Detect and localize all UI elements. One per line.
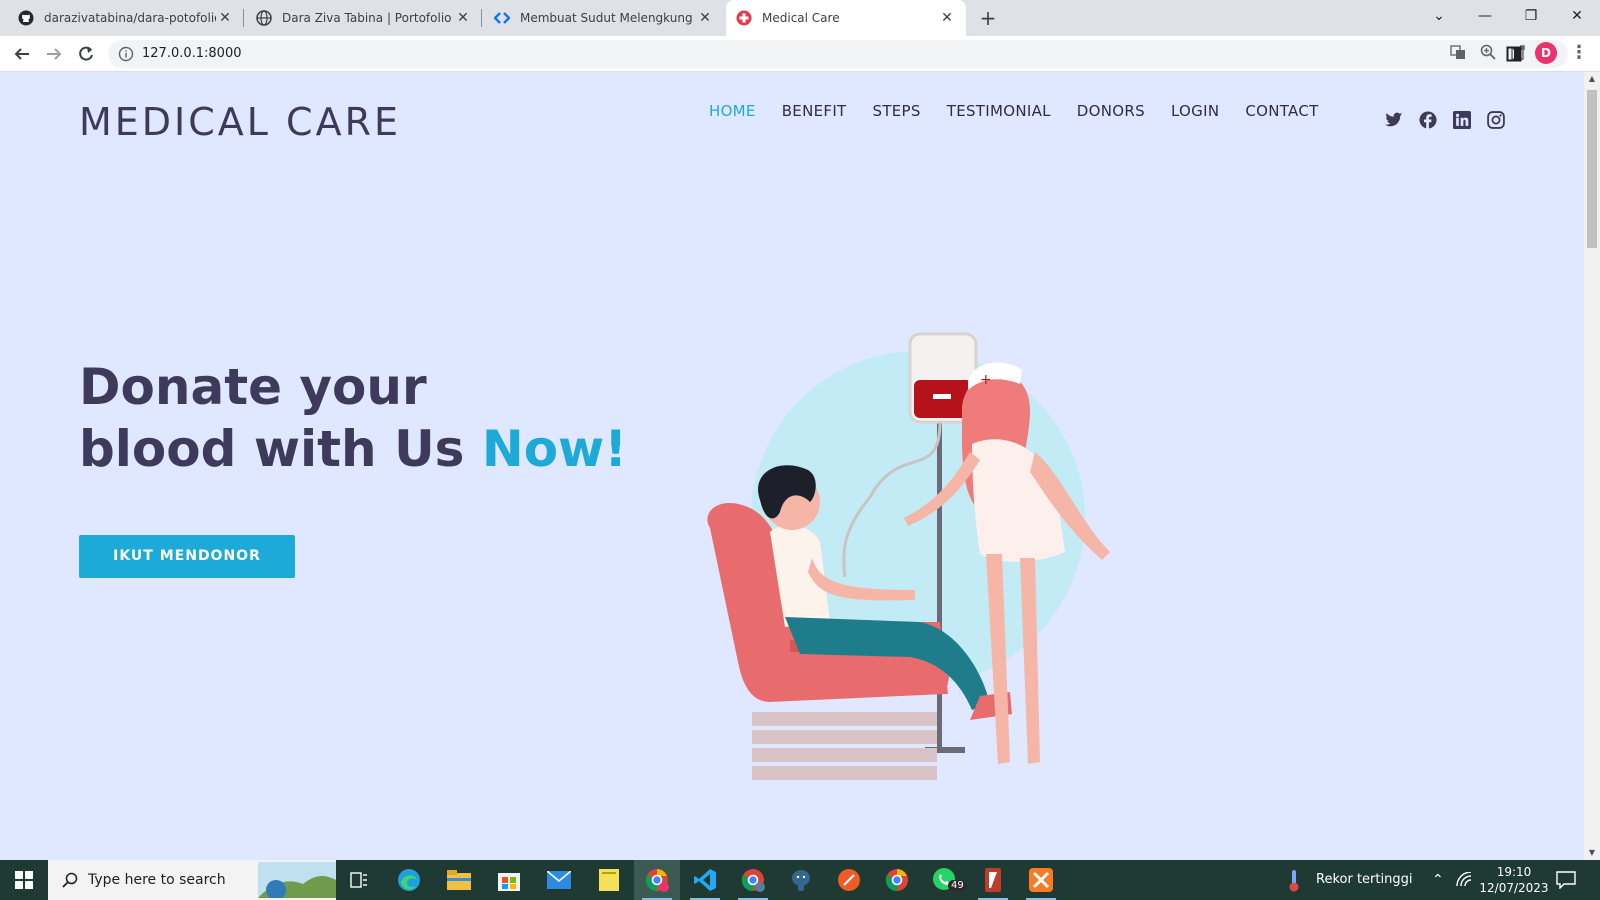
wifi-icon[interactable] <box>1456 871 1474 892</box>
github-icon <box>18 10 34 26</box>
xampp-icon[interactable] <box>1018 860 1064 900</box>
url-text: 127.0.0.1:8000 <box>142 46 242 61</box>
tab-portfolio[interactable]: Dara Ziva Tabina | Portofolio ✕ <box>246 0 482 36</box>
whatsapp-badge: 49 <box>948 880 967 891</box>
code-icon <box>494 10 510 26</box>
browser-tab-strip: darazivatabina/dara-potofolio ✕ Dara Ziv… <box>0 0 1600 36</box>
donate-cta-button[interactable]: IKUT MENDONOR <box>79 535 295 578</box>
globe-icon <box>256 10 272 26</box>
nav-login[interactable]: LOGIN <box>1171 102 1219 120</box>
page-viewport: MEDICAL CARE HOME BENEFIT STEPS TESTIMON… <box>0 72 1584 860</box>
instagram-icon[interactable] <box>1486 110 1506 130</box>
windows-taskbar: Type here to search 49 Rekor tertinggi ⌃… <box>0 860 1600 900</box>
close-tab-icon[interactable]: ✕ <box>454 10 472 26</box>
footrest <box>752 712 937 780</box>
task-view-icon[interactable] <box>336 860 382 900</box>
tab-medical-care[interactable]: Medical Care ✕ <box>726 0 966 36</box>
microsoft-store-icon[interactable] <box>486 860 532 900</box>
blood-donation-illustration: + <box>707 332 1110 780</box>
main-navigation: HOME BENEFIT STEPS TESTIMONIAL DONORS LO… <box>709 102 1319 120</box>
reload-button[interactable] <box>72 40 100 68</box>
whatsapp-icon[interactable]: 49 <box>922 860 968 900</box>
linkedin-icon[interactable] <box>1452 110 1472 130</box>
translate-icon[interactable] <box>1450 44 1466 64</box>
minimize-button[interactable]: — <box>1462 0 1508 32</box>
postgresql-icon[interactable] <box>778 860 824 900</box>
clock-date: 12/07/2023 <box>1479 881 1549 895</box>
edge-browser-icon[interactable] <box>386 860 432 900</box>
browser-menu-icon[interactable]: ⋮ <box>1568 42 1590 64</box>
close-tab-icon[interactable]: ✕ <box>938 10 956 26</box>
close-tab-icon[interactable]: ✕ <box>696 10 714 26</box>
file-explorer-icon[interactable] <box>436 860 482 900</box>
nav-home[interactable]: HOME <box>709 102 756 120</box>
address-bar[interactable]: 127.0.0.1:8000 <box>108 40 1568 68</box>
hero-title-accent: Now! <box>481 420 628 478</box>
weather-text[interactable]: Rekor tertinggi <box>1316 872 1412 887</box>
system-clock[interactable]: 19:10 12/07/2023 <box>1478 864 1550 896</box>
close-tab-icon[interactable]: ✕ <box>216 10 234 26</box>
restore-button[interactable]: ❐ <box>1508 0 1554 32</box>
hero-title-line2: blood with Us <box>79 420 482 478</box>
hero-title-line1: Donate your <box>79 358 427 416</box>
tray-expand-chevron-icon[interactable]: ⌃ <box>1432 872 1444 888</box>
forward-button[interactable] <box>40 40 68 68</box>
clock-time: 19:10 <box>1496 865 1532 879</box>
social-links <box>1384 110 1506 130</box>
zoom-icon[interactable] <box>1480 44 1496 64</box>
back-button[interactable] <box>8 40 36 68</box>
page-scrollbar[interactable]: ▲ ▼ <box>1584 72 1600 860</box>
close-window-button[interactable]: ✕ <box>1554 0 1600 32</box>
scroll-thumb[interactable] <box>1587 90 1597 248</box>
browser-toolbar: 127.0.0.1:8000 <box>0 36 1600 72</box>
nav-steps[interactable]: STEPS <box>873 102 921 120</box>
nav-donors[interactable]: DONORS <box>1077 102 1145 120</box>
site-logo[interactable]: MEDICAL CARE <box>79 100 401 144</box>
taskbar-search-box[interactable]: Type here to search <box>48 860 336 900</box>
vscode-icon[interactable] <box>682 860 728 900</box>
sticky-notes-icon[interactable] <box>586 860 632 900</box>
chrome-profile-icon[interactable] <box>634 860 680 900</box>
tab-github[interactable]: darazivatabina/dara-potofolio ✕ <box>8 0 244 36</box>
tab-title: darazivatabina/dara-potofolio <box>44 11 216 25</box>
tab-title: Medical Care <box>762 11 840 25</box>
search-highlight-image <box>258 862 336 898</box>
new-tab-button[interactable]: + <box>976 6 1000 30</box>
hero-title: Donate your blood with Us Now! <box>79 356 627 480</box>
tab-title: Membuat Sudut Melengkung De <box>520 11 696 25</box>
svg-text:+: + <box>980 372 992 388</box>
profile-avatar[interactable]: D <box>1535 42 1557 64</box>
notifications-icon[interactable] <box>1556 871 1576 893</box>
scroll-down-arrow-icon[interactable]: ▼ <box>1584 846 1600 860</box>
chrome-alt-profile-icon[interactable] <box>730 860 776 900</box>
tab-search-chevron-icon[interactable]: ⌄ <box>1416 0 1462 32</box>
tab-title: Dara Ziva Tabina | Portofolio <box>282 11 452 25</box>
twitter-icon[interactable] <box>1384 110 1404 130</box>
facebook-icon[interactable] <box>1418 110 1438 130</box>
site-info-icon[interactable] <box>118 46 134 62</box>
medical-cross-icon <box>736 10 752 26</box>
side-panel-icon[interactable] <box>1500 40 1528 68</box>
filezilla-icon[interactable] <box>970 860 1016 900</box>
search-icon <box>62 872 78 892</box>
nav-contact[interactable]: CONTACT <box>1245 102 1318 120</box>
postman-icon[interactable] <box>826 860 872 900</box>
chrome-icon[interactable] <box>874 860 920 900</box>
search-placeholder: Type here to search <box>88 872 226 888</box>
tab-membuat-sudut[interactable]: Membuat Sudut Melengkung De ✕ <box>484 0 724 36</box>
nav-benefit[interactable]: BENEFIT <box>782 102 847 120</box>
windows-start-button[interactable] <box>0 860 48 900</box>
nav-testimonial[interactable]: TESTIMONIAL <box>947 102 1051 120</box>
mail-icon[interactable] <box>536 860 582 900</box>
thermometer-icon[interactable] <box>1288 870 1300 896</box>
scroll-up-arrow-icon[interactable]: ▲ <box>1584 72 1600 86</box>
